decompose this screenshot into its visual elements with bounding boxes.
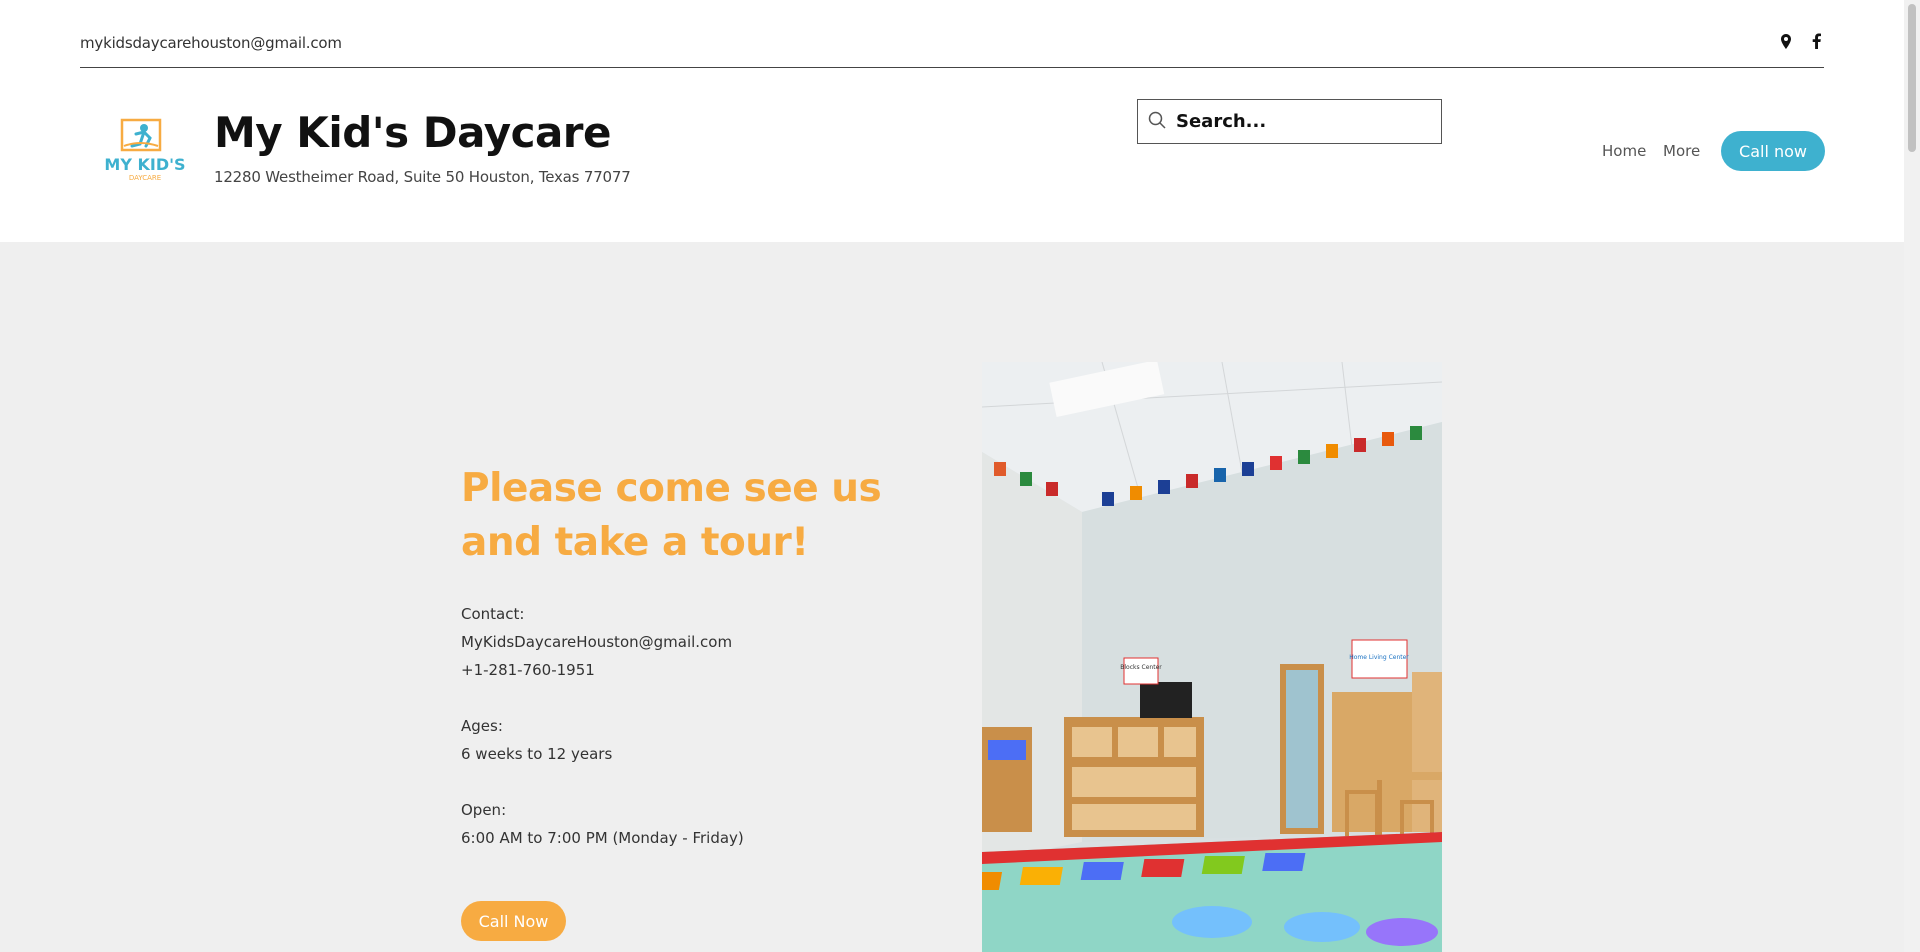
map-pin-icon[interactable] xyxy=(1778,32,1794,50)
open-hours: 6:00 AM to 7:00 PM (Monday - Friday) xyxy=(461,829,744,847)
search-box[interactable] xyxy=(1137,99,1442,144)
ages-label: Ages: xyxy=(461,717,503,735)
site-logo[interactable]: MY KID'S DAYCARE xyxy=(100,116,190,192)
nav-home[interactable]: Home xyxy=(1602,142,1646,160)
logo-subtext: DAYCARE xyxy=(129,174,161,182)
tour-headline: Please come see us and take a tour! xyxy=(461,466,882,565)
social-links xyxy=(1778,32,1824,50)
contact-label: Contact: xyxy=(461,605,525,623)
call-now-main-button[interactable]: Call Now xyxy=(461,901,566,941)
scrollbar-thumb[interactable] xyxy=(1908,4,1916,152)
nav-more[interactable]: More xyxy=(1663,142,1700,160)
facebook-icon[interactable] xyxy=(1808,32,1824,50)
classroom-photo: Blocks Center Home Living Center xyxy=(982,362,1442,952)
search-icon xyxy=(1148,111,1166,133)
photo-sign-home: Home Living Center xyxy=(1349,654,1409,661)
photo-sign-blocks: Blocks Center xyxy=(1120,664,1162,671)
search-input[interactable] xyxy=(1176,111,1416,132)
top-bar: mykidsdaycarehouston@gmail.com xyxy=(80,0,1824,68)
contact-phone[interactable]: +1-281-760-1951 xyxy=(461,656,744,684)
call-now-button[interactable]: Call now xyxy=(1721,131,1825,171)
contact-info: Contact: MyKidsDaycareHouston@gmail.com … xyxy=(461,600,744,852)
page-scrollbar[interactable] xyxy=(1904,0,1920,952)
logo-wordmark: MY KID'S xyxy=(104,155,185,174)
top-email-link[interactable]: mykidsdaycarehouston@gmail.com xyxy=(80,34,342,52)
contact-email[interactable]: MyKidsDaycareHouston@gmail.com xyxy=(461,628,744,656)
site-title[interactable]: My Kid's Daycare xyxy=(214,108,612,157)
ages-value: 6 weeks to 12 years xyxy=(461,745,613,763)
tour-section: Please come see us and take a tour! Cont… xyxy=(0,242,1904,952)
site-header: MY KID'S DAYCARE My Kid's Daycare 12280 … xyxy=(0,68,1904,242)
site-address: 12280 Westheimer Road, Suite 50 Houston,… xyxy=(214,168,631,186)
open-label: Open: xyxy=(461,801,507,819)
